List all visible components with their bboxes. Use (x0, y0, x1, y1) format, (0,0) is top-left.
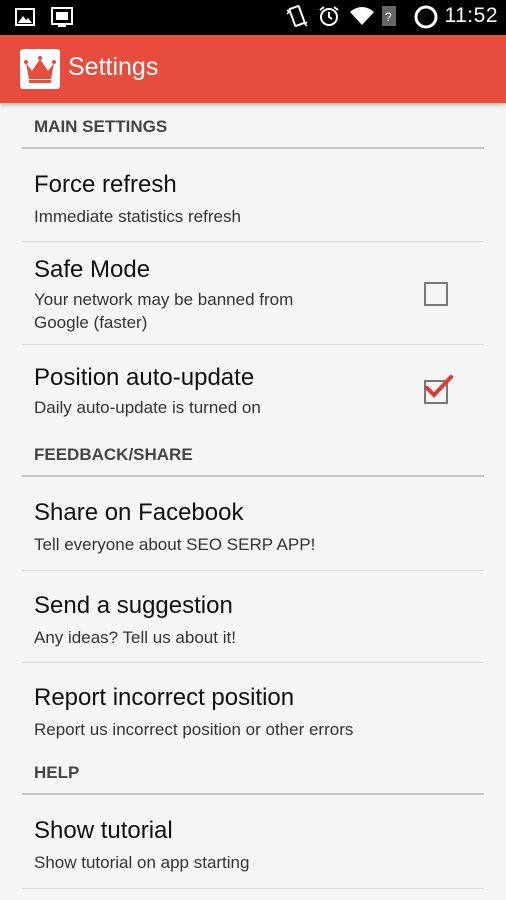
pref-title: Report incorrect position (34, 684, 295, 711)
safe-mode-checkbox[interactable] (424, 282, 448, 306)
pref-safe-mode[interactable]: Safe Mode Your network may be banned fro… (22, 242, 484, 345)
alarm-icon (317, 4, 341, 28)
pref-title: Position auto-update (34, 364, 255, 391)
settings-list[interactable]: MAIN SETTINGS Force refresh Immediate st… (0, 103, 506, 900)
pref-title: Share on Facebook (34, 499, 244, 526)
pref-report-incorrect-position[interactable]: Report incorrect position Report us inco… (22, 663, 484, 749)
vibrate-icon (285, 4, 309, 28)
action-bar: Settings (0, 35, 506, 103)
pref-title: Safe Mode (34, 256, 151, 283)
pref-summary: Your network may be banned from Google (… (34, 290, 294, 332)
pref-title: Force refresh (34, 171, 177, 198)
pref-show-tutorial[interactable]: Show tutorial Show tutorial on app start… (22, 795, 484, 889)
pref-title: Show tutorial (34, 817, 173, 844)
checkmark-icon (425, 375, 453, 398)
pref-summary: Daily auto-update is turned on (34, 398, 261, 417)
pref-share-facebook[interactable]: Share on Facebook Tell everyone about SE… (22, 477, 484, 571)
status-bar: ? 11:52 (0, 0, 506, 35)
section-header-feedback-share: FEEDBACK/SHARE (22, 431, 484, 477)
clock: 11:52 (444, 4, 498, 27)
pref-summary: Any ideas? Tell us about it! (34, 628, 236, 647)
section-header-main-settings: MAIN SETTINGS (22, 103, 484, 149)
pref-force-refresh[interactable]: Force refresh Immediate statistics refre… (22, 149, 484, 242)
pref-summary: Show tutorial on app starting (34, 853, 250, 872)
pref-summary: Report us incorrect position or other er… (34, 720, 354, 739)
screenshot-icon (50, 6, 74, 30)
app-logo[interactable] (20, 49, 60, 89)
svg-text:?: ? (385, 10, 392, 24)
image-icon (14, 6, 38, 30)
pref-title: Send a suggestion (34, 592, 233, 619)
pref-summary: Tell everyone about SEO SERP APP! (34, 535, 316, 554)
pref-summary: Immediate statistics refresh (34, 207, 241, 226)
wifi-icon (349, 4, 374, 28)
pref-position-auto-update[interactable]: Position auto-update Daily auto-update i… (22, 345, 484, 431)
page-title: Settings (68, 53, 159, 81)
position-auto-update-checkbox[interactable] (424, 375, 453, 404)
battery-icon (413, 4, 437, 29)
pref-send-suggestion[interactable]: Send a suggestion Any ideas? Tell us abo… (22, 571, 484, 663)
section-header-help: HELP (22, 749, 484, 795)
no-sim-icon: ? (381, 4, 405, 28)
